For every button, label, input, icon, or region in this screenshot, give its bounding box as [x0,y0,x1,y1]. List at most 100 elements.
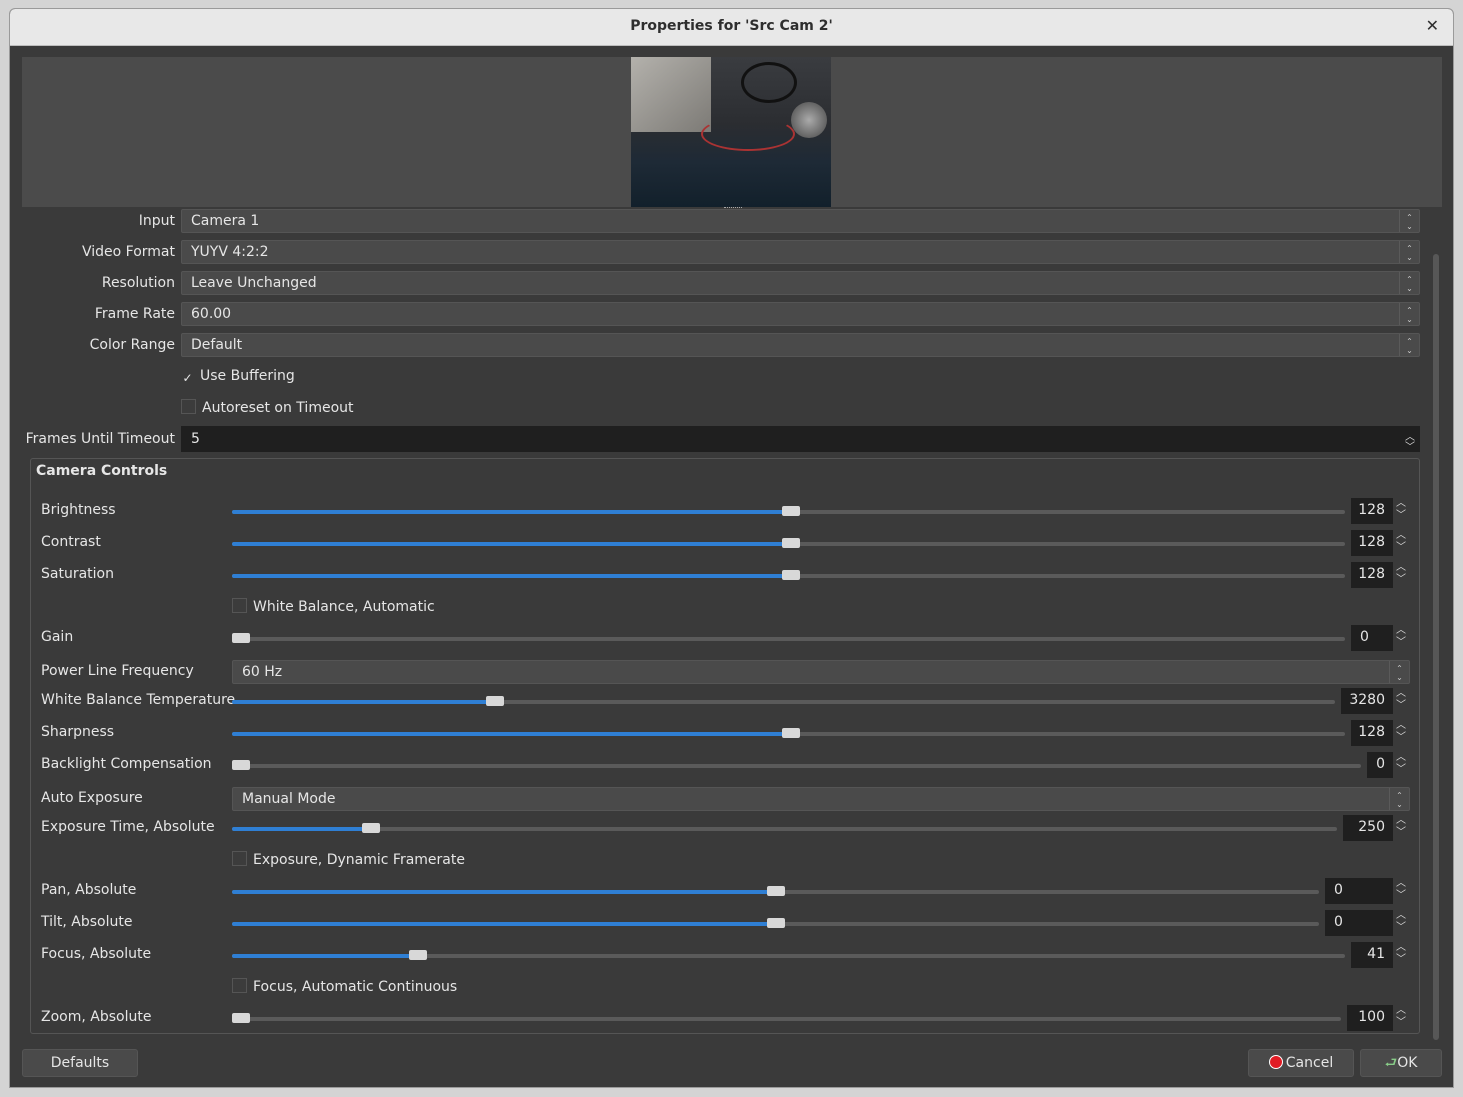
use-buffering-checkbox[interactable]: ✓ Use Buffering [181,368,295,385]
wb-temp-slider-handle[interactable] [486,696,504,706]
exposure-time-slider[interactable] [232,823,1337,833]
color-range-select[interactable]: Default ⌃ ⌄ [181,333,1420,357]
pan-slider[interactable] [232,886,1319,896]
saturation-slider-handle[interactable] [782,570,800,580]
pan-slider-handle[interactable] [767,886,785,896]
gain-spinbox[interactable]: 0 [1351,625,1393,651]
ok-button[interactable]: ⮐OK [1360,1049,1442,1077]
spin-down-icon[interactable]: ﹀ [1394,954,1408,980]
wb-temp-spinbox[interactable]: 3280 [1341,688,1393,714]
spin-down-icon[interactable]: ﹀ [1394,827,1408,853]
contrast-slider[interactable] [232,538,1345,548]
ok-check-icon: ⮐ [1384,1055,1398,1071]
zoom-slider-handle[interactable] [232,1013,250,1023]
spin-down-icon[interactable]: ﹀ [1394,574,1408,600]
brightness-slider[interactable] [232,506,1345,516]
brightness-spinbox[interactable]: 128 [1351,498,1393,524]
auto-exposure-value: Manual Mode [242,791,336,807]
exposure-time-label: Exposure Time, Absolute [41,819,215,835]
exposure-time-value: 250 [1358,819,1385,835]
frames-until-timeout-value: 5 [191,431,200,447]
zoom-spinbox[interactable]: 100 [1347,1005,1393,1031]
video-format-value: YUYV 4:2:2 [191,244,269,260]
tilt-slider[interactable] [232,918,1319,928]
resolution-select[interactable]: Leave Unchanged ⌃ ⌄ [181,271,1420,295]
spin-down-icon[interactable]: ﹀ [1394,1017,1408,1043]
camera-controls-title: Camera Controls [36,463,168,479]
focus-slider[interactable] [232,950,1345,960]
saturation-spinbox[interactable]: 128 [1351,562,1393,588]
cancel-button[interactable]: Cancel [1248,1049,1354,1077]
updown-arrows-icon: ⌃ ⌄ [1389,788,1409,810]
wb-auto-label: White Balance, Automatic [253,599,435,615]
video-format-select[interactable]: YUYV 4:2:2 ⌃ ⌄ [181,240,1420,264]
power-line-value: 60 Hz [242,664,283,680]
brightness-slider-handle[interactable] [782,506,800,516]
wb-temp-slider[interactable] [232,696,1335,706]
exposure-time-slider-handle[interactable] [362,823,380,833]
power-line-select[interactable]: 60 Hz ⌃ ⌄ [232,660,1410,684]
frames-until-timeout-label: Frames Until Timeout [25,431,175,447]
saturation-slider-fill [232,574,791,578]
input-select[interactable]: Camera 1 ⌃ ⌄ [181,209,1420,233]
source-preview [22,57,1442,207]
exposure-dyn-checkbox[interactable]: Exposure, Dynamic Framerate [232,851,465,868]
checkbox-box [232,851,247,866]
vertical-scrollbar[interactable] [1433,254,1439,1040]
contrast-spinbox[interactable]: 128 [1351,530,1393,556]
frame-rate-value: 60.00 [191,306,232,322]
tilt-spinbox[interactable]: 0 [1325,910,1393,936]
focus-spinbox[interactable]: 41 [1351,942,1393,968]
focus-slider-handle[interactable] [409,950,427,960]
frames-until-timeout-input[interactable]: 5 ︿ ﹀ [181,426,1420,453]
updown-arrows-icon: ⌃ ⌄ [1399,241,1419,263]
gain-value: 0 [1360,629,1369,645]
autoreset-checkbox[interactable]: Autoreset on Timeout [181,399,354,416]
focus-label: Focus, Absolute [41,946,152,962]
auto-exposure-select[interactable]: Manual Mode ⌃ ⌄ [232,787,1410,811]
focus-auto-label: Focus, Automatic Continuous [253,979,458,995]
wb-temp-label: White Balance Temperature [41,692,236,708]
frame-rate-label: Frame Rate [94,306,175,322]
cancel-icon [1268,1055,1283,1069]
frame-rate-select[interactable]: 60.00 ⌃ ⌄ [181,302,1420,326]
input-label: Input [138,213,175,229]
titlebar: Properties for 'Src Cam 2' ✕ [10,9,1453,46]
contrast-slider-handle[interactable] [782,538,800,548]
sharpness-spinbox[interactable]: 128 [1351,720,1393,746]
tilt-slider-handle[interactable] [767,918,785,928]
pan-slider-fill [232,890,776,894]
camera-preview-image [631,57,831,207]
exposure-time-spinbox[interactable]: 250 [1343,815,1393,841]
sharpness-slider[interactable] [232,728,1345,738]
zoom-slider[interactable] [232,1013,1341,1023]
sharpness-value: 128 [1358,724,1385,740]
gain-slider[interactable] [232,633,1345,643]
brightness-slider-fill [232,510,791,514]
backlight-spinbox[interactable]: 0 [1367,752,1393,778]
window-title: Properties for 'Src Cam 2' [630,18,833,34]
use-buffering-label: Use Buffering [200,368,295,384]
pan-spinbox[interactable]: 0 [1325,878,1393,904]
gain-slider-handle[interactable] [232,633,250,643]
defaults-button[interactable]: Defaults [22,1049,138,1077]
properties-dialog: Properties for 'Src Cam 2' ✕ Input Camer… [9,8,1454,1088]
exposure-time-slider-fill [232,827,371,831]
backlight-label: Backlight Compensation [41,756,212,772]
backlight-slider[interactable] [232,760,1361,770]
wb-auto-checkbox[interactable]: White Balance, Automatic [232,598,435,615]
updown-arrows-icon: ⌃ ⌄ [1399,272,1419,294]
close-icon[interactable]: ✕ [1426,16,1439,35]
sharpness-slider-handle[interactable] [782,728,800,738]
cancel-label: Cancel [1285,1055,1334,1071]
checkbox-box [232,978,247,993]
checkbox-box [232,598,247,613]
contrast-label: Contrast [41,534,101,550]
autoreset-label: Autoreset on Timeout [202,400,354,416]
focus-auto-checkbox[interactable]: Focus, Automatic Continuous [232,978,457,995]
backlight-slider-handle[interactable] [232,760,250,770]
tilt-value: 0 [1334,914,1343,930]
saturation-slider[interactable] [232,570,1345,580]
pan-label: Pan, Absolute [41,882,137,898]
saturation-label: Saturation [41,566,114,582]
